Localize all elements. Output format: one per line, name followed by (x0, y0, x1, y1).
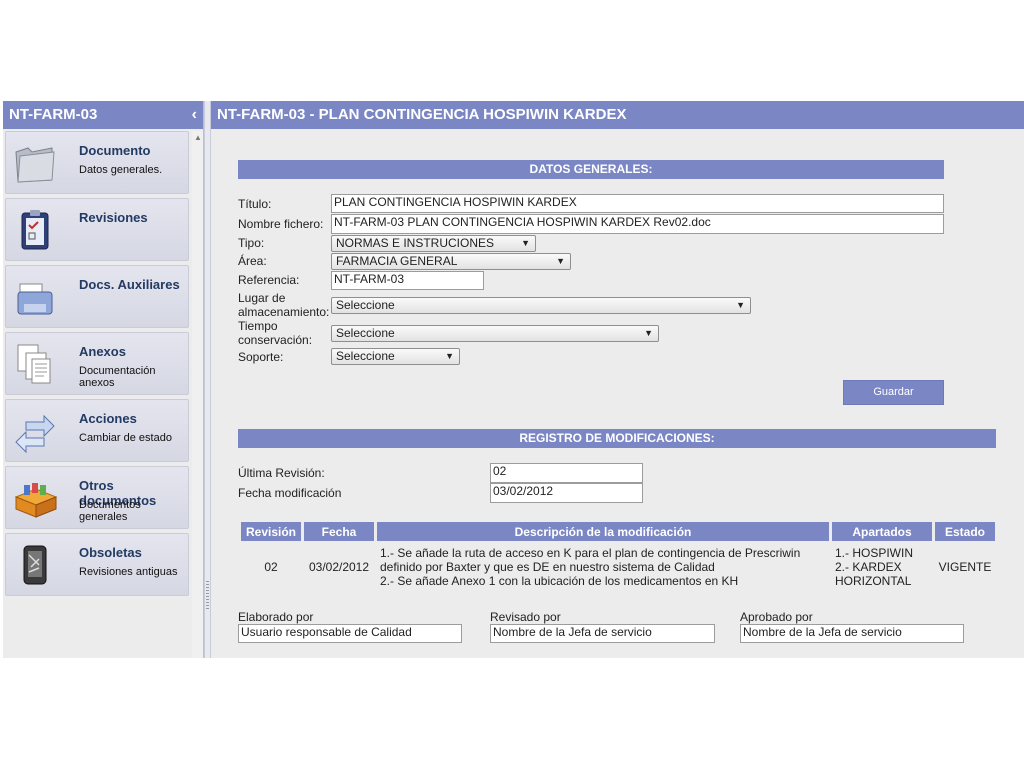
arrows-icon (15, 414, 55, 454)
descripcion-line: definido por Baxter y que es DE en nuest… (380, 560, 715, 574)
apartados-line: 1.- HOSPIWIN (835, 546, 914, 560)
panel-splitter[interactable] (204, 101, 211, 658)
referencia-label: Referencia: (238, 273, 300, 287)
splitter-grip-icon[interactable] (206, 581, 209, 611)
elaborado-label: Elaborado por (238, 610, 314, 624)
soporte-select-value: Seleccione (336, 349, 395, 363)
chevron-down-icon: ▼ (644, 328, 653, 338)
sidebar-item-anexos[interactable]: Anexos Documentación anexos (5, 332, 189, 395)
revisado-label: Revisado por (490, 610, 561, 624)
sidebar-item-revisiones[interactable]: Revisiones (5, 198, 189, 261)
tiempo-label-line1: Tiempo (238, 319, 278, 333)
lugar-select-value: Seleccione (336, 298, 395, 312)
folder-icon (15, 147, 55, 183)
area-select-value: FARMACIA GENERAL (336, 254, 458, 268)
cell-fecha: 03/02/2012 (308, 560, 370, 574)
apartados-line: 2.- KARDEX (835, 560, 902, 574)
descripcion-line: 2.- Se añade Anexo 1 con la ubicación de… (380, 574, 739, 588)
titulo-label: Título: (238, 197, 272, 211)
cell-revision: 02 (264, 560, 278, 574)
sidebar-item-acciones[interactable]: Acciones Cambiar de estado (5, 399, 189, 462)
column-header-revision: Revisión (241, 522, 301, 541)
scroll-up-icon[interactable]: ▲ (194, 133, 202, 142)
guardar-button[interactable]: Guardar (843, 380, 944, 405)
page-title: NT-FARM-03 - PLAN CONTINGENCIA HOSPIWIN … (211, 101, 1024, 129)
sidebar-item-sublabel: Revisiones antiguas (79, 566, 178, 578)
sidebar-item-label: Revisiones (79, 210, 148, 225)
documents-icon (17, 344, 51, 384)
sidebar-item-label: Docs. Auxiliares (79, 277, 180, 292)
titulo-field[interactable]: PLAN CONTINGENCIA HOSPIWIN KARDEX (331, 194, 944, 213)
aprobado-field[interactable]: Nombre de la Jefa de servicio (740, 624, 964, 643)
printer-icon (17, 283, 53, 315)
sidebar-menu: Documento Datos generales. Revisiones Do… (5, 131, 189, 600)
chevron-down-icon: ▼ (445, 351, 454, 361)
sidebar-item-sublabel: Datos generales. (79, 164, 163, 176)
ultima-revision-label: Última Revisión: (238, 466, 325, 480)
sidebar-item-sublabel: Cambiar de estado (79, 432, 172, 444)
ultima-revision-field[interactable]: 02 (490, 463, 643, 483)
area-label: Área: (238, 254, 267, 268)
collapse-sidebar-icon[interactable]: ‹ (192, 101, 197, 129)
tiempo-select-value: Seleccione (336, 326, 395, 340)
table-row: 02 03/02/2012 1.- Se añade la ruta de ac… (241, 544, 995, 590)
aprobado-label: Aprobado por (740, 610, 813, 624)
sidebar-item-obsoletas[interactable]: Obsoletas Revisiones antiguas (5, 533, 189, 596)
column-header-fecha: Fecha (304, 522, 374, 541)
tipo-label: Tipo: (238, 236, 265, 250)
table-header-row: Revisión Fecha Descripción de la modific… (241, 522, 995, 541)
sidebar-item-label: Acciones (79, 411, 137, 426)
column-header-descripcion: Descripción de la modificación (377, 522, 829, 541)
cell-apartados: 1.- HOSPIWIN 2.- KARDEX HORIZONTAL (832, 544, 932, 590)
nombre-fichero-label: Nombre fichero: (238, 217, 324, 231)
cell-descripcion: 1.- Se añade la ruta de acceso en K para… (377, 544, 829, 590)
file-box-icon (14, 483, 58, 518)
tipo-select-value: NORMAS E INSTRUCIONES (336, 236, 495, 250)
chevron-down-icon: ▼ (521, 238, 530, 248)
nombre-fichero-field[interactable]: NT-FARM-03 PLAN CONTINGENCIA HOSPIWIN KA… (331, 214, 944, 234)
column-header-apartados: Apartados (832, 522, 932, 541)
descripcion-line: 1.- Se añade la ruta de acceso en K para… (380, 546, 801, 560)
tipo-select[interactable]: NORMAS E INSTRUCIONES ▼ (331, 235, 536, 252)
sidebar-item-docs-auxiliares[interactable]: Docs. Auxiliares (5, 265, 189, 328)
datos-generales-heading: DATOS GENERALES: (238, 160, 944, 179)
sidebar-header: NT-FARM-03 ‹ (3, 101, 203, 129)
revisions-table: Revisión Fecha Descripción de la modific… (238, 519, 998, 593)
main-panel: NT-FARM-03 - PLAN CONTINGENCIA HOSPIWIN … (211, 101, 1024, 658)
fecha-modificacion-field[interactable]: 03/02/2012 (490, 483, 643, 503)
chevron-down-icon: ▼ (736, 300, 745, 310)
lugar-label-line1: Lugar de (238, 291, 286, 305)
sidebar-item-sublabel: Documentos generales (79, 499, 141, 523)
lugar-label-line2: almacenamiento: (238, 305, 330, 319)
sidebar-scrollbar[interactable]: ▲ (192, 131, 203, 658)
sidebar-item-label: Obsoletas (79, 545, 142, 560)
tiempo-conservacion-select[interactable]: Seleccione ▼ (331, 325, 659, 342)
sidebar-item-sublabel: Documentación anexos (79, 365, 156, 389)
shredder-icon (23, 545, 47, 585)
soporte-label: Soporte: (238, 350, 284, 364)
sidebar-title: NT-FARM-03 (9, 106, 98, 123)
elaborado-field[interactable]: Usuario responsable de Calidad (238, 624, 462, 643)
sidebar-item-label: Documento (79, 143, 151, 158)
registro-heading: REGISTRO DE MODIFICACIONES: (238, 429, 996, 448)
referencia-field[interactable]: NT-FARM-03 (331, 271, 484, 290)
sidebar-item-documento[interactable]: Documento Datos generales. (5, 131, 189, 194)
cell-estado: VIGENTE (938, 560, 992, 574)
sidebar-item-otros-documentos[interactable]: Otros documentos Documentos generales (5, 466, 189, 529)
tiempo-label-line2: conservación: (238, 333, 313, 347)
chevron-down-icon: ▼ (556, 256, 565, 266)
column-header-estado: Estado (935, 522, 995, 541)
apartados-line: HORIZONTAL (835, 574, 912, 588)
revisado-field[interactable]: Nombre de la Jefa de servicio (490, 624, 715, 643)
sidebar-item-label: Anexos (79, 344, 126, 359)
sidebar: NT-FARM-03 ‹ Documento Datos generales. … (3, 101, 204, 658)
lugar-almacenamiento-select[interactable]: Seleccione ▼ (331, 297, 751, 314)
area-select[interactable]: FARMACIA GENERAL ▼ (331, 253, 571, 270)
soporte-select[interactable]: Seleccione ▼ (331, 348, 460, 365)
fecha-modificacion-label: Fecha modificación (238, 486, 342, 500)
clipboard-icon (21, 210, 49, 250)
